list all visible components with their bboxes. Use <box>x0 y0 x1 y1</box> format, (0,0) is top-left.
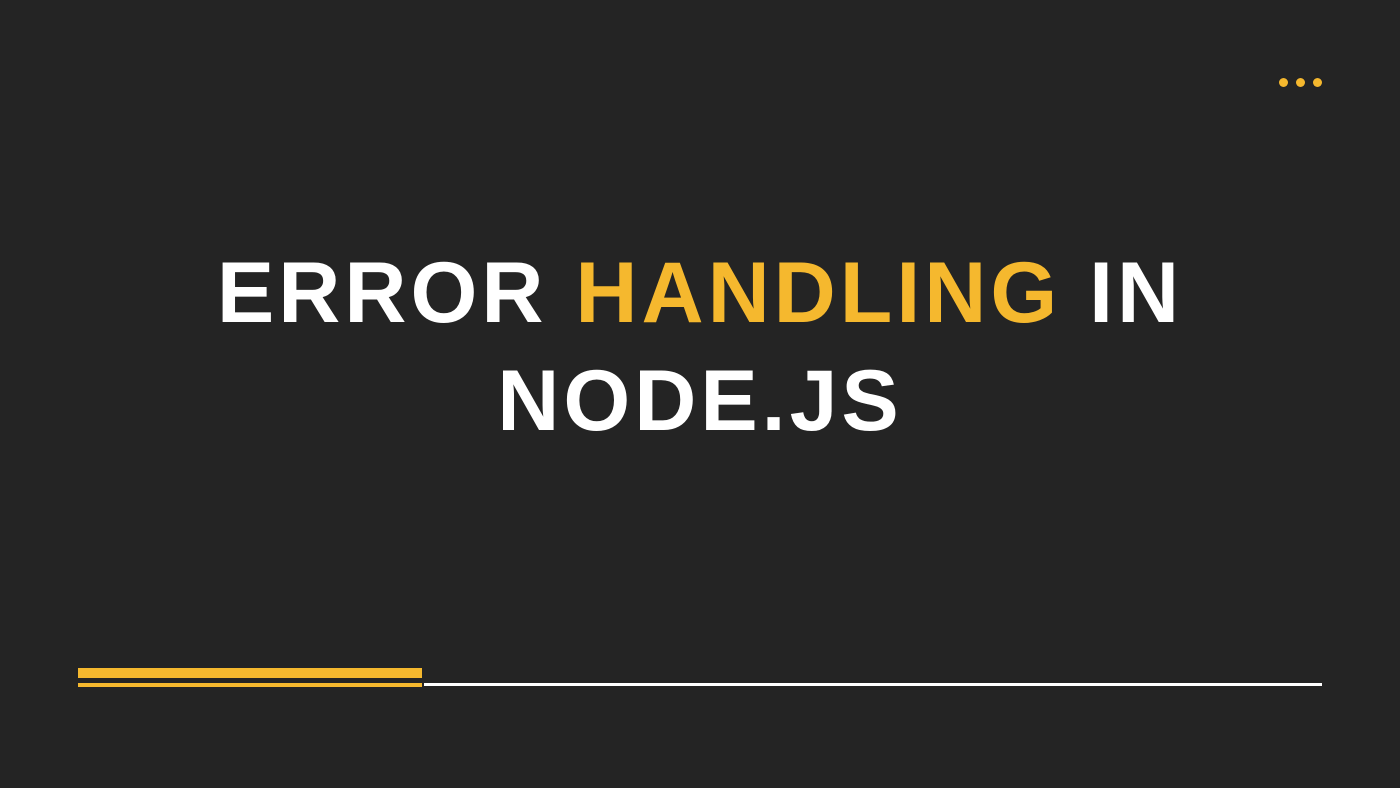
yellow-bar-thick <box>78 668 422 678</box>
yellow-bar-thin <box>78 683 422 687</box>
title-line-2: NODE.JS <box>0 348 1400 456</box>
title-word-in: IN <box>1089 245 1183 341</box>
decorative-underline <box>78 668 1322 688</box>
white-line <box>424 683 1322 686</box>
decorative-dots <box>1279 78 1322 87</box>
title-word-handling: HANDLING <box>575 245 1061 341</box>
dot-icon <box>1313 78 1322 87</box>
title-word-error: ERROR <box>217 245 548 341</box>
title-line-1: ERROR HANDLING IN <box>0 240 1400 348</box>
dot-icon <box>1296 78 1305 87</box>
slide-title: ERROR HANDLING IN NODE.JS <box>0 240 1400 455</box>
dot-icon <box>1279 78 1288 87</box>
